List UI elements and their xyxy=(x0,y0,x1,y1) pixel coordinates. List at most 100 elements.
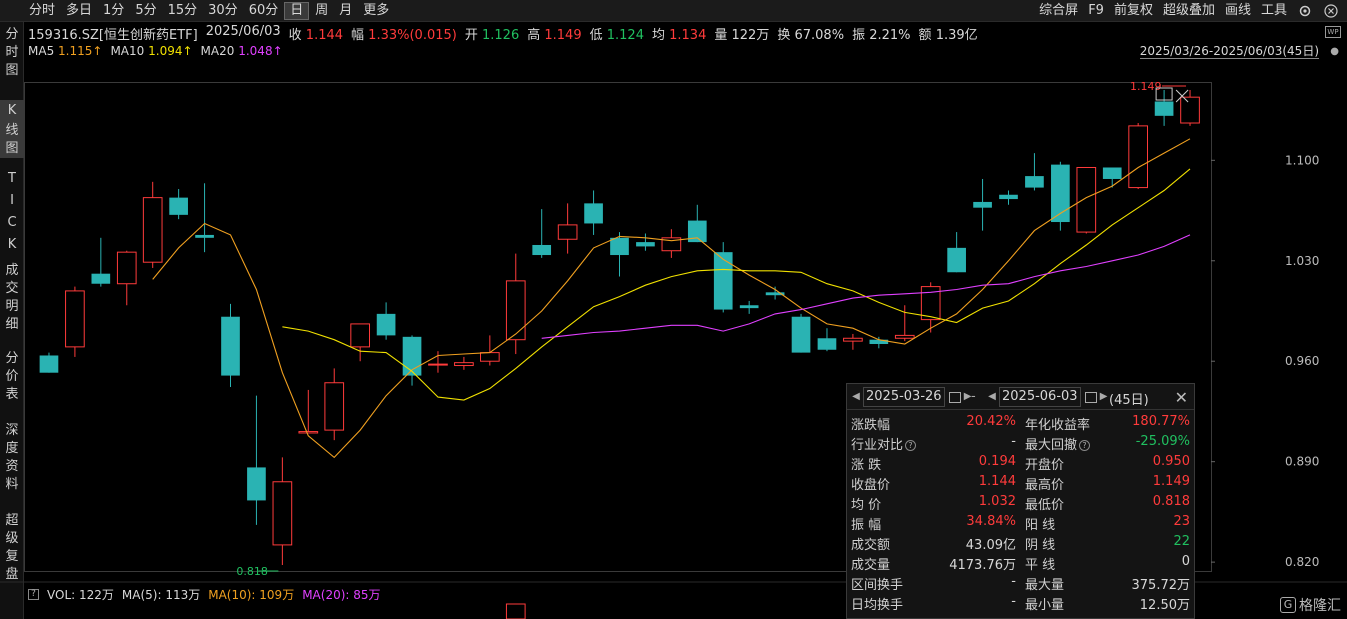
date-separator: - xyxy=(971,389,976,404)
stats-text: 区间换手 xyxy=(851,578,904,593)
candle-body-up xyxy=(479,352,500,362)
end-date-prev-icon[interactable]: ◀ xyxy=(987,388,997,406)
stats-label: 振 幅 xyxy=(851,514,881,533)
stats-label: 行业对比? xyxy=(851,434,917,453)
candle-body-up xyxy=(116,251,137,285)
stats-label: 区间换手 xyxy=(851,574,903,593)
stats-text: - xyxy=(1011,574,1016,589)
stats-text: 年化收益率 xyxy=(1025,418,1091,433)
stats-text: 22 xyxy=(1173,534,1190,549)
candle-body-down xyxy=(532,244,552,256)
brand-icon: G xyxy=(1280,597,1296,613)
y-tick-label: 1.100 xyxy=(1285,153,1319,167)
end-date-next-icon[interactable]: ▶ xyxy=(1099,388,1109,406)
stats-text: 最低价 xyxy=(1025,498,1065,513)
stats-text: 0 xyxy=(1181,554,1190,569)
start-calendar-icon[interactable] xyxy=(948,391,961,403)
stats-row: 行业对比? - 最大回撤? -25.09% xyxy=(847,434,1194,454)
stats-text: - xyxy=(1011,594,1016,609)
stats-text: 最大量 xyxy=(1025,578,1065,593)
candle-body-down xyxy=(973,201,992,208)
candle-body-down xyxy=(999,194,1018,200)
stats-value: 0.818 xyxy=(1153,494,1190,509)
stats-value: 1.144 xyxy=(979,474,1016,489)
start-date-prev-icon[interactable]: ◀ xyxy=(851,388,861,406)
volume-legend-row: ? VOL: 122万 MA(5): 113万 MA(10): 109万 MA(… xyxy=(28,586,381,602)
stats-text: 1.032 xyxy=(978,494,1016,509)
stats-text: 最大回撤 xyxy=(1025,438,1078,453)
stats-label: 均 价 xyxy=(851,494,881,513)
candle-body-down xyxy=(1154,101,1174,116)
stats-label: 开盘价 xyxy=(1025,454,1064,473)
stats-value: 375.72万 xyxy=(1132,574,1191,593)
candle-body-up xyxy=(557,224,578,240)
stats-text: 0.818 xyxy=(1152,494,1190,509)
stats-label: 成交额 xyxy=(851,534,890,553)
end-date-value[interactable]: 2025-06-03 xyxy=(999,387,1081,407)
candle-body-down xyxy=(169,197,188,215)
end-calendar-icon[interactable] xyxy=(1084,391,1097,403)
candle-body-up xyxy=(272,481,293,546)
candle-body-down xyxy=(91,273,111,284)
stats-row: 涨跌幅 20.42% 年化收益率 180.77% xyxy=(847,414,1194,434)
stats-text: 23 xyxy=(1173,514,1190,529)
volume-help-icon[interactable]: ? xyxy=(28,588,39,600)
stats-label: 日均换手 xyxy=(851,594,903,613)
stats-value: 1.149 xyxy=(1153,474,1190,489)
candle-body-up xyxy=(298,431,319,434)
volume-value: VOL: 122万 xyxy=(47,587,114,602)
candle-body-down xyxy=(195,234,214,238)
candle-body-up xyxy=(843,337,863,342)
high-marker-label: 1.149 xyxy=(1130,80,1162,93)
candle-body-down xyxy=(791,316,811,353)
ma20-line xyxy=(541,234,1191,339)
stats-text: 20.42% xyxy=(966,414,1016,429)
help-icon[interactable]: ? xyxy=(1079,440,1091,451)
candle-body-up xyxy=(350,323,371,348)
stats-text: 34.84% xyxy=(966,514,1016,529)
stats-label: 最小量 xyxy=(1025,594,1064,613)
brand-logo: G 格隆汇 xyxy=(1280,595,1341,615)
stats-label: 最大量 xyxy=(1025,574,1064,593)
candle-body-up xyxy=(65,290,85,348)
stats-text: -25.09% xyxy=(1135,434,1190,449)
close-stats-icon[interactable]: ✕ xyxy=(1175,388,1188,407)
candle-body-down xyxy=(247,467,266,501)
stats-value: 1.032 xyxy=(979,494,1016,509)
candle-body-up xyxy=(894,334,915,339)
volume-bar xyxy=(505,603,526,619)
stats-text: 收盘价 xyxy=(851,478,891,493)
stats-value: 43.09亿 xyxy=(966,534,1016,553)
volume-ma10: MA(10): 109万 xyxy=(208,587,295,602)
stats-text: 振 幅 xyxy=(851,518,882,533)
stats-text: 12.50万 xyxy=(1139,598,1190,613)
stats-label: 收盘价 xyxy=(851,474,890,493)
candle-body-down xyxy=(739,305,759,309)
stats-text: - xyxy=(1011,434,1016,449)
candle-body-down xyxy=(636,242,655,247)
start-date-picker[interactable]: ◀ 2025-03-26 ▶ xyxy=(851,387,973,407)
stats-header: ◀ 2025-03-26 ▶ - ◀ 2025-06-03 ▶ (45日) ✕ xyxy=(847,384,1194,410)
stats-label: 阳 线 xyxy=(1025,514,1055,533)
stats-row: 均 价 1.032 最低价 0.818 xyxy=(847,494,1194,514)
stats-row: 振 幅 34.84% 阳 线 23 xyxy=(847,514,1194,534)
stats-label: 成交量 xyxy=(851,554,890,573)
candle-body-down xyxy=(817,338,837,350)
stats-label: 平 线 xyxy=(1025,554,1055,573)
y-tick-label: 0.960 xyxy=(1285,354,1319,368)
help-icon[interactable]: ? xyxy=(905,440,917,451)
end-date-picker[interactable]: ◀ 2025-06-03 ▶ xyxy=(987,387,1109,407)
candle-body-down xyxy=(713,252,733,310)
stats-text: 最高价 xyxy=(1025,478,1065,493)
stats-value: 23 xyxy=(1173,514,1190,529)
start-date-value[interactable]: 2025-03-26 xyxy=(863,387,945,407)
stats-text: 开盘价 xyxy=(1025,458,1065,473)
stats-text: 43.09亿 xyxy=(965,538,1016,553)
candle-body-up xyxy=(324,382,345,431)
stats-row: 成交额 43.09亿阴 线 22 xyxy=(847,534,1194,554)
stats-value: 22 xyxy=(1173,534,1190,549)
candle-body-down xyxy=(947,247,966,273)
volume-ma20: MA(20): 85万 xyxy=(302,587,381,602)
stats-label: 年化收益率 xyxy=(1025,414,1090,433)
stats-value: 180.77% xyxy=(1132,414,1190,429)
